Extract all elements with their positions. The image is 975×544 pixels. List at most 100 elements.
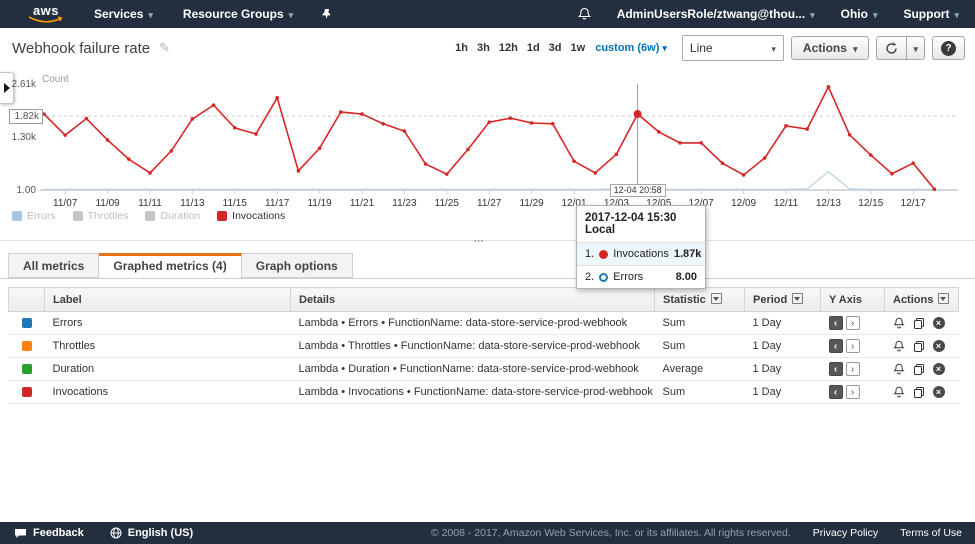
time-range-1d[interactable]: 1d — [527, 42, 540, 54]
yaxis-right-button[interactable] — [846, 362, 860, 376]
tooltip-series-label: Errors — [613, 271, 643, 283]
column-header-details: Details — [291, 288, 655, 312]
nav-support-menu[interactable]: Support — [903, 7, 959, 21]
metric-details: Lambda • Duration • FunctionName: data-s… — [291, 358, 655, 381]
actions-button[interactable]: Actions — [791, 36, 870, 60]
legend-item-invocations[interactable]: Invocations — [217, 210, 285, 222]
time-range-12h[interactable]: 12h — [499, 42, 518, 54]
column-header-label: Period — [753, 294, 787, 306]
remove-metric-icon[interactable] — [933, 386, 945, 398]
remove-metric-icon[interactable] — [933, 363, 945, 375]
time-range-1w[interactable]: 1w — [571, 42, 586, 54]
column-filter-icon[interactable] — [711, 293, 722, 304]
chevron-down-icon — [913, 41, 918, 55]
alarm-bell-icon[interactable] — [893, 340, 905, 353]
refresh-options-button[interactable] — [907, 36, 925, 60]
chart-type-select[interactable]: Line — [682, 35, 784, 61]
y-axis-title: Count — [42, 74, 69, 85]
tooltip-rank: 1. — [585, 248, 594, 260]
svg-text:12/13: 12/13 — [816, 198, 841, 209]
tab-graph-options[interactable]: Graph options — [242, 253, 353, 278]
chevron-down-icon — [954, 7, 959, 21]
metric-details: Lambda • Errors • FunctionName: data-sto… — [291, 312, 655, 335]
metric-actions-cell — [885, 381, 959, 404]
svg-text:11/17: 11/17 — [265, 198, 290, 209]
metrics-chart[interactable]: 11/0711/0911/1111/1311/1511/1711/1911/21… — [0, 68, 975, 250]
yaxis-left-button[interactable] — [829, 339, 843, 353]
pin-icon[interactable] — [321, 8, 332, 20]
resize-grip-icon[interactable] — [474, 235, 484, 244]
tooltip-rows: 1.Invocations1.87k2.Errors8.00 — [577, 243, 705, 288]
legend-swatch-icon — [73, 211, 83, 221]
duplicate-icon[interactable] — [913, 363, 925, 376]
yaxis-right-button[interactable] — [846, 339, 860, 353]
metric-actions-cell — [885, 312, 959, 335]
alarm-bell-icon[interactable] — [893, 386, 905, 399]
legend-label: Throttles — [88, 210, 129, 222]
yaxis-left-button[interactable] — [829, 362, 843, 376]
yaxis-right-button[interactable] — [846, 385, 860, 399]
nav-region-menu[interactable]: Ohio — [841, 7, 878, 21]
notifications-bell-icon[interactable] — [578, 7, 591, 21]
custom-range-button[interactable]: custom (6w) — [595, 42, 667, 54]
legend-item-duration[interactable]: Duration — [145, 210, 200, 222]
metric-color-swatch — [22, 387, 32, 397]
language-selector[interactable]: English (US) — [110, 527, 193, 539]
time-range-group: 1h 3h 12h 1d 3d 1w — [455, 42, 585, 54]
terms-of-use-link[interactable]: Terms of Use — [900, 527, 962, 539]
nav-services-menu[interactable]: Services — [94, 7, 153, 21]
chevron-down-icon — [289, 7, 294, 21]
yaxis-left-button[interactable] — [829, 316, 843, 330]
yaxis-left-button[interactable] — [829, 385, 843, 399]
time-range-3h[interactable]: 3h — [477, 42, 490, 54]
metric-row-invocations: InvocationsLambda • Invocations • Functi… — [9, 381, 959, 404]
edit-title-pencil-icon[interactable] — [159, 40, 170, 56]
copyright-text: © 2008 - 2017, Amazon Web Services, Inc.… — [431, 527, 791, 539]
time-range-1h[interactable]: 1h — [455, 42, 468, 54]
svg-text:12/11: 12/11 — [774, 198, 799, 209]
chevron-down-icon — [810, 7, 815, 21]
alarm-bell-icon[interactable] — [893, 363, 905, 376]
metric-color-swatch — [22, 318, 32, 328]
feedback-button[interactable]: Feedback — [14, 527, 84, 539]
legend-item-errors[interactable]: Errors — [12, 210, 56, 222]
duplicate-icon[interactable] — [913, 317, 925, 330]
aws-logo[interactable]: aws — [28, 5, 64, 24]
yaxis-right-button[interactable] — [846, 316, 860, 330]
duplicate-icon[interactable] — [913, 340, 925, 353]
privacy-policy-link[interactable]: Privacy Policy — [813, 527, 878, 539]
metric-yaxis-cell — [821, 358, 885, 381]
remove-metric-icon[interactable] — [933, 340, 945, 352]
metric-row-duration: DurationLambda • Duration • FunctionName… — [9, 358, 959, 381]
nav-account-menu[interactable]: AdminUsersRole/ztwang@thou... — [617, 7, 815, 21]
refresh-button[interactable] — [876, 36, 907, 60]
metric-label: Errors — [45, 312, 291, 335]
remove-metric-icon[interactable] — [933, 317, 945, 329]
column-filter-icon[interactable] — [938, 293, 949, 304]
svg-text:11/21: 11/21 — [350, 198, 375, 209]
metric-actions-cell — [885, 335, 959, 358]
action-icons — [893, 386, 951, 399]
tab-all-metrics[interactable]: All metrics — [8, 253, 99, 278]
chart-canvas[interactable]: 11/0711/0911/1111/1311/1511/1711/1911/21… — [0, 68, 975, 250]
metric-row-throttles: ThrottlesLambda • Throttles • FunctionNa… — [9, 335, 959, 358]
column-header-actions: Actions — [885, 288, 959, 312]
nav-resource-groups-menu[interactable]: Resource Groups — [183, 7, 293, 21]
page-title: Webhook failure rate — [12, 40, 150, 57]
tab-graphed-metrics-4[interactable]: Graphed metrics (4) — [99, 253, 241, 279]
column-header-statistic: Statistic — [655, 288, 745, 312]
duplicate-icon[interactable] — [913, 386, 925, 399]
column-header-color — [9, 288, 45, 312]
metric-yaxis-cell — [821, 312, 885, 335]
alarm-bell-icon[interactable] — [893, 317, 905, 330]
help-button[interactable] — [932, 36, 965, 60]
time-range-3d[interactable]: 3d — [549, 42, 562, 54]
tooltip-timestamp: 2017-12-04 15:30 Local — [577, 206, 705, 243]
graph-toolbar: Webhook failure rate 1h 3h 12h 1d 3d 1w custo… — [0, 32, 975, 64]
column-header-label: Y Axis — [829, 294, 862, 306]
legend-item-throttles[interactable]: Throttles — [73, 210, 129, 222]
metric-period: 1 Day — [745, 358, 821, 381]
svg-text:11/25: 11/25 — [435, 198, 460, 209]
chevron-down-icon — [853, 41, 858, 55]
column-filter-icon[interactable] — [792, 293, 803, 304]
